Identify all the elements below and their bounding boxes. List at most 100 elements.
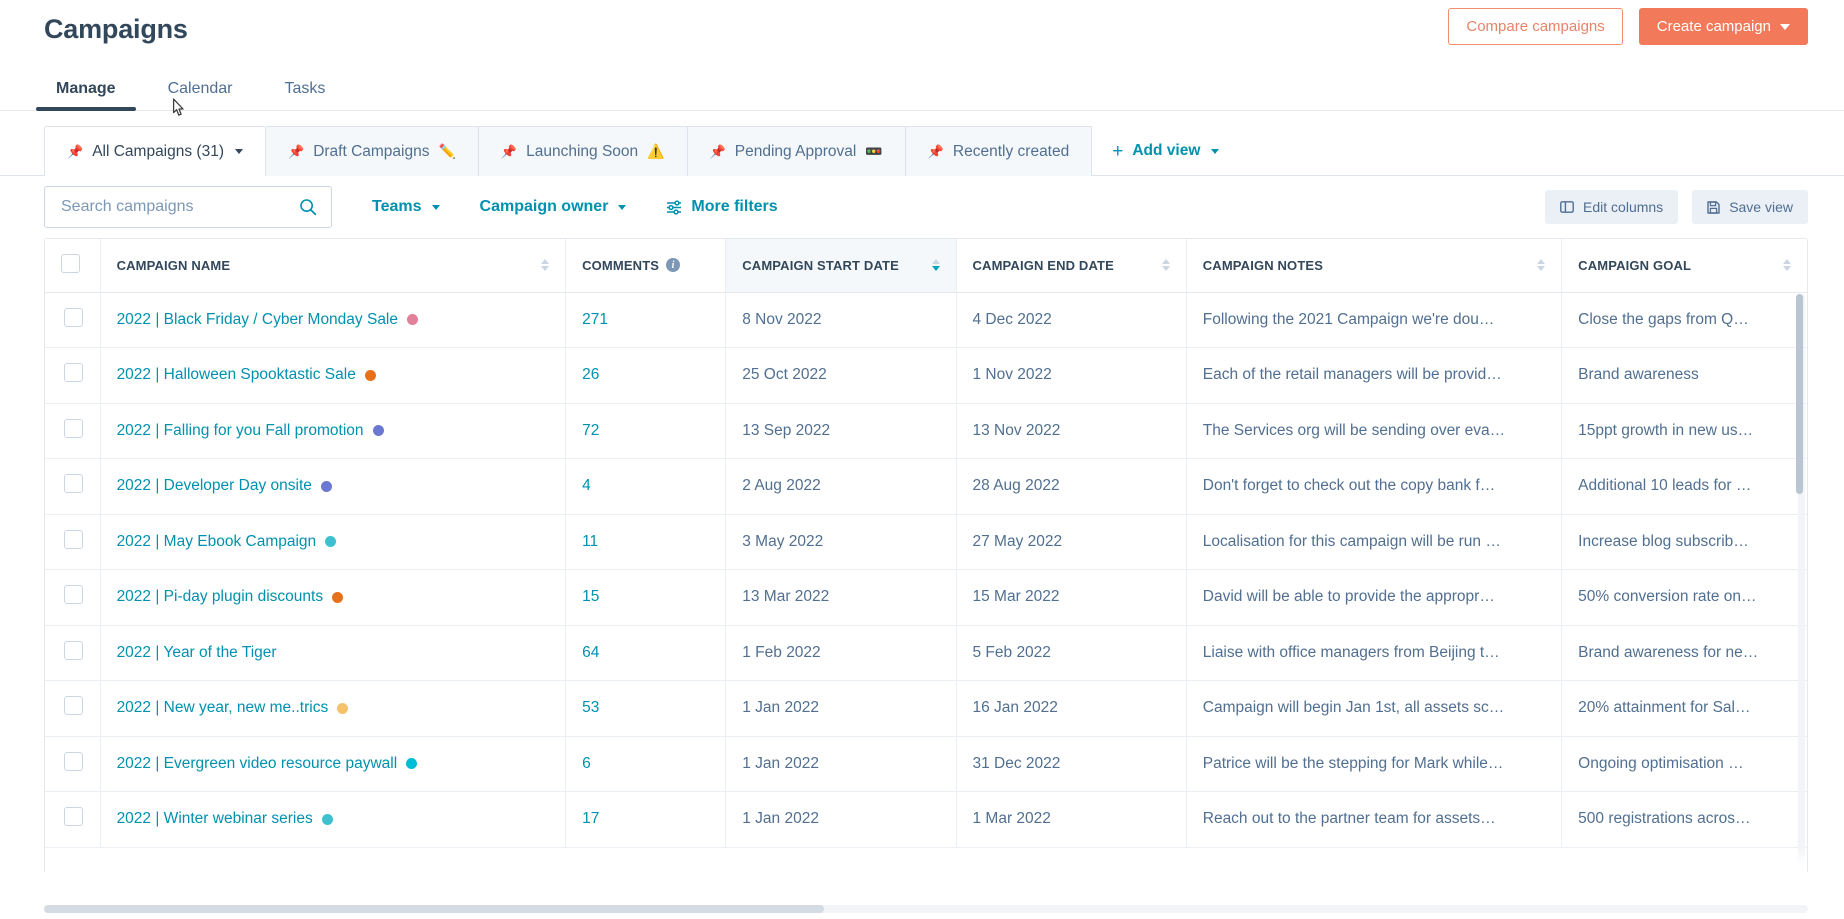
row-checkbox[interactable]: [64, 696, 83, 716]
campaign-name-link[interactable]: 2022 | Evergreen video resource paywall: [117, 755, 398, 773]
more-filters-button[interactable]: More filters: [666, 198, 778, 216]
campaign-name-link[interactable]: 2022 | New year, new me..trics: [117, 699, 329, 717]
sort-arrows-icon[interactable]: [1161, 259, 1170, 272]
traffic-light-emoji-icon: 🚥: [865, 143, 883, 159]
cell-campaign-name: 2022 | Winter webinar series: [99, 791, 566, 848]
column-header-comments[interactable]: COMMENTS i: [565, 239, 726, 293]
comments-count-link[interactable]: 4: [582, 477, 591, 494]
comments-count-link[interactable]: 64: [582, 644, 599, 661]
view-tab-all-campaigns[interactable]: 📌 All Campaigns (31): [44, 126, 266, 177]
horizontal-scrollbar-track[interactable]: [44, 905, 1808, 913]
search-icon[interactable]: [299, 198, 317, 216]
table-row[interactable]: 2022 | Falling for you Fall promotion 72 1…: [45, 403, 1807, 459]
tab-tasks[interactable]: Tasks: [273, 81, 338, 110]
campaign-name-link[interactable]: 2022 | Year of the Tiger: [117, 644, 277, 662]
cell-comments: 17: [565, 791, 726, 848]
row-select-cell: [45, 514, 101, 570]
view-tab-recently-created[interactable]: 📌 Recently created: [905, 126, 1093, 176]
campaign-name-link[interactable]: 2022 | Halloween Spooktastic Sale: [117, 366, 356, 384]
add-view-button[interactable]: + Add view: [1092, 126, 1239, 176]
column-header-campaign-goal[interactable]: CAMPAIGN GOAL: [1561, 239, 1807, 293]
table-row[interactable]: 2022 | Year of the Tiger 64 1 Feb 2022 5 Fe…: [45, 625, 1807, 681]
chevron-down-icon: [431, 204, 440, 210]
campaign-name-link[interactable]: 2022 | May Ebook Campaign: [117, 533, 317, 551]
vertical-scrollbar-thumb[interactable]: [1796, 294, 1803, 494]
chevron-down-icon[interactable]: [235, 149, 243, 154]
table-row[interactable]: 2022 | May Ebook Campaign 11 3 May 2022 27 …: [45, 514, 1807, 570]
pin-icon: 📌: [500, 144, 518, 159]
cell-campaign-goal: 500 registrations acros…: [1561, 791, 1807, 848]
compare-campaigns-button[interactable]: Compare campaigns: [1448, 8, 1623, 45]
campaigns-table-container: CAMPAIGN NAME COMMENTS i CAMPAIGN START …: [44, 238, 1808, 872]
row-checkbox[interactable]: [64, 418, 83, 438]
comments-count-link[interactable]: 6: [582, 755, 591, 772]
search-input[interactable]: [59, 197, 299, 217]
campaign-owner-filter[interactable]: Campaign owner: [480, 198, 627, 216]
pencil-emoji-icon: ✏️: [438, 143, 456, 159]
view-tab-label: Recently created: [952, 142, 1070, 160]
cell-comments: 11: [565, 514, 726, 570]
row-checkbox[interactable]: [64, 529, 83, 549]
column-header-campaign-end-date[interactable]: CAMPAIGN END DATE: [955, 239, 1187, 293]
row-checkbox[interactable]: [64, 474, 83, 494]
comments-count-link[interactable]: 53: [582, 699, 599, 716]
sort-arrows-icon[interactable]: [1783, 259, 1791, 272]
campaign-name-link[interactable]: 2022 | Black Friday / Cyber Monday Sale: [117, 311, 398, 329]
edit-columns-button[interactable]: Edit columns: [1545, 190, 1679, 224]
campaign-name-link[interactable]: 2022 | Falling for you Fall promotion: [117, 422, 364, 440]
cell-campaign-name: 2022 | May Ebook Campaign: [99, 514, 566, 570]
cell-campaign-end-date: 4 Dec 2022: [955, 292, 1187, 348]
column-header-campaign-name[interactable]: CAMPAIGN NAME: [99, 239, 566, 293]
view-tab-launching-soon[interactable]: 📌 Launching Soon ⚠️: [478, 126, 688, 176]
comments-count-link[interactable]: 11: [582, 533, 598, 550]
sort-arrows-icon[interactable]: [1537, 259, 1546, 272]
table-row[interactable]: 2022 | Black Friday / Cyber Monday Sale 2…: [45, 292, 1807, 348]
table-row[interactable]: 2022 | Developer Day onsite 4 2 Aug 2022 28…: [45, 458, 1807, 515]
view-tab-pending-approval[interactable]: 📌 Pending Approval 🚥: [687, 126, 906, 176]
row-checkbox[interactable]: [64, 807, 83, 827]
campaign-name-link[interactable]: 2022 | Winter webinar series: [117, 810, 313, 828]
table-row[interactable]: 2022 | Evergreen video resource paywall 6…: [45, 736, 1807, 792]
cell-comments: 271: [565, 292, 726, 348]
row-checkbox[interactable]: [64, 307, 83, 327]
comments-count-link[interactable]: 26: [582, 366, 599, 383]
table-row[interactable]: 2022 | Halloween Spooktastic Sale 26 25 Oc…: [45, 347, 1807, 404]
row-checkbox[interactable]: [64, 363, 83, 383]
pin-icon: 📌: [709, 144, 726, 159]
row-checkbox[interactable]: [64, 640, 83, 660]
sort-arrows-icon[interactable]: [931, 259, 940, 272]
campaign-name-link[interactable]: 2022 | Developer Day onsite: [117, 477, 312, 495]
table-row[interactable]: 2022 | Pi-day plugin discounts 15 13 Mar 2…: [45, 569, 1807, 626]
campaign-name-link[interactable]: 2022 | Pi-day plugin discounts: [117, 588, 324, 606]
column-header-campaign-start-date[interactable]: CAMPAIGN START DATE: [725, 239, 956, 293]
table-row[interactable]: 2022 | New year, new me..trics 53 1 Jan 20…: [45, 680, 1807, 737]
sort-arrows-icon[interactable]: [541, 259, 550, 272]
horizontal-scrollbar-thumb[interactable]: [44, 905, 824, 913]
cell-campaign-goal: Additional 10 leads for …: [1561, 458, 1807, 515]
create-campaign-button[interactable]: Create campaign: [1638, 8, 1808, 45]
select-all-checkbox[interactable]: [61, 254, 80, 274]
table-row[interactable]: 2022 | Winter webinar series 17 1 Jan 2022…: [45, 791, 1807, 848]
teams-filter[interactable]: Teams: [372, 198, 440, 216]
comments-count-link[interactable]: 15: [582, 588, 599, 605]
save-view-button[interactable]: Save view: [1692, 190, 1808, 224]
comments-count-link[interactable]: 72: [582, 422, 599, 439]
search-campaigns-box[interactable]: [44, 186, 332, 228]
row-checkbox[interactable]: [64, 585, 83, 605]
tab-manage[interactable]: Manage: [36, 81, 136, 111]
comments-count-link[interactable]: 17: [582, 810, 599, 827]
cell-campaign-name: 2022 | Black Friday / Cyber Monday Sale: [99, 292, 566, 348]
cell-campaign-end-date: 16 Jan 2022: [955, 680, 1187, 737]
info-icon[interactable]: i: [666, 258, 681, 273]
row-checkbox[interactable]: [64, 751, 83, 771]
tab-calendar[interactable]: Calendar: [156, 81, 245, 110]
comments-count-link[interactable]: 271: [582, 311, 608, 328]
cell-campaign-goal: Increase blog subscrib…: [1561, 514, 1807, 570]
cell-campaign-start-date: 3 May 2022: [725, 514, 956, 570]
cell-campaign-goal: 20% attainment for Sal…: [1561, 680, 1807, 737]
view-tab-draft-campaigns[interactable]: 📌 Draft Campaigns ✏️: [266, 126, 479, 176]
table-bottom-fade: [45, 846, 1807, 872]
column-header-campaign-notes[interactable]: CAMPAIGN NOTES: [1185, 239, 1562, 293]
vertical-scrollbar-track[interactable]: [1796, 294, 1805, 870]
cell-campaign-start-date: 1 Jan 2022: [725, 736, 956, 792]
